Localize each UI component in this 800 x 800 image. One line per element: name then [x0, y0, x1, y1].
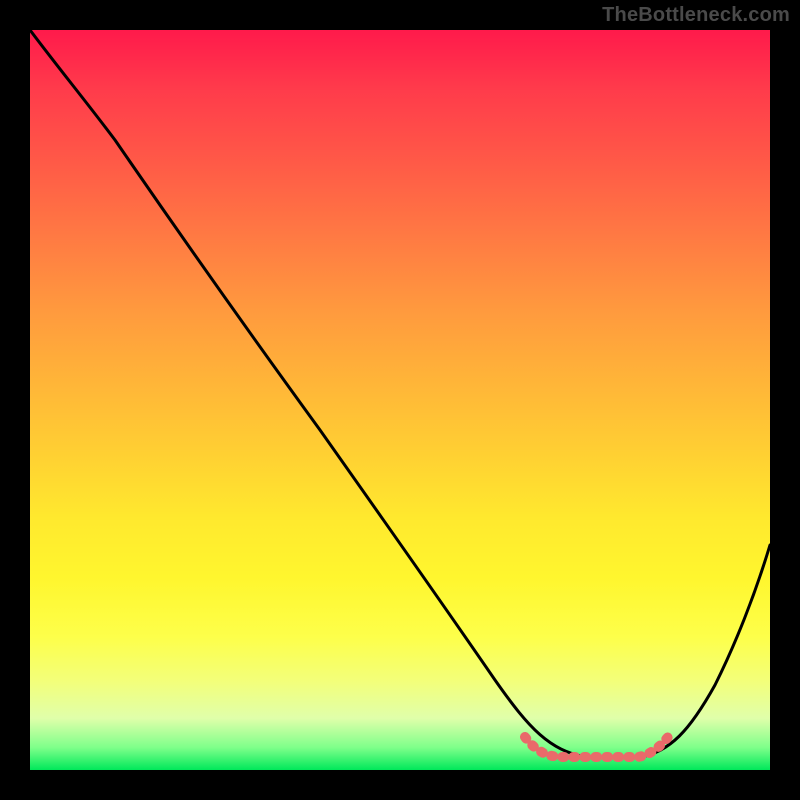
- chart-frame: TheBottleneck.com: [0, 0, 800, 800]
- curve-layer: [30, 30, 770, 770]
- bottleneck-curve: [30, 30, 770, 757]
- watermark-label: TheBottleneck.com: [602, 4, 790, 27]
- plot-area: [30, 30, 770, 770]
